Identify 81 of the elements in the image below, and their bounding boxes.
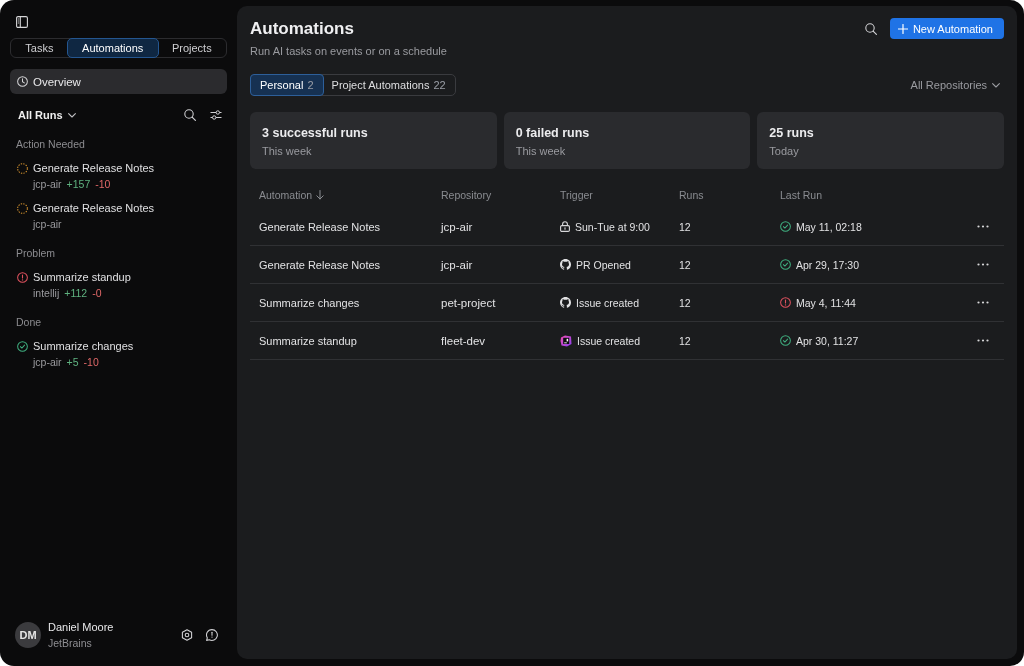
column-header[interactable]: Repository (441, 188, 492, 201)
last-run-time: May 4, 11:44 (796, 296, 856, 309)
new-automation-button[interactable]: New Automation (889, 18, 1004, 39)
runs-count: 12 (679, 296, 691, 309)
stat-period: Today (769, 144, 799, 158)
clock-icon (17, 76, 28, 87)
stat-period: This week (515, 144, 566, 158)
more-icon[interactable] (977, 263, 989, 266)
deletions-count: -10 (95, 177, 111, 192)
run-title[interactable]: Summarize standup (33, 269, 131, 285)
overview-item[interactable]: Overview (10, 69, 227, 94)
repository-name: jcp-air (441, 258, 473, 271)
settings-icon[interactable] (181, 629, 193, 641)
more-icon[interactable] (977, 339, 989, 342)
automation-name[interactable]: Generate Release Notes (259, 220, 381, 233)
stat-title: 25 runs (769, 125, 814, 141)
lock-icon (560, 221, 570, 232)
runs-count: 12 (679, 220, 691, 233)
tab[interactable]: Automations (66, 38, 159, 58)
trigger-label: Sun-Tue at 9:00 (575, 220, 650, 233)
run-title[interactable]: Generate Release Notes (33, 160, 155, 176)
automation-name[interactable]: Generate Release Notes (259, 258, 381, 271)
deletions-count: -0 (92, 286, 102, 301)
repository-name: jcp-air (441, 220, 473, 233)
tab[interactable]: Project Automations 22 (321, 74, 456, 96)
additions-count: +157 (66, 177, 91, 192)
repo-name: jcp-air (33, 217, 62, 232)
avatar[interactable]: DM (15, 622, 41, 648)
arrow-down-icon (316, 189, 325, 200)
stat-title: 3 successful runs (262, 125, 368, 141)
automation-name[interactable]: Summarize changes (259, 296, 360, 309)
runs-filter-dropdown[interactable]: All Runs (18, 109, 76, 121)
runs-count: 12 (679, 258, 691, 271)
chevron-down-icon (67, 112, 76, 118)
page-subtitle: Run AI tasks on events or on a schedule (250, 44, 447, 58)
deletions-count: -10 (83, 355, 99, 370)
repository-name: fleet-dev (441, 334, 486, 347)
tab[interactable]: Personal 2 (250, 74, 324, 96)
tab[interactable]: Projects (156, 38, 227, 58)
trigger-label: PR Opened (576, 258, 631, 271)
repo-name: jcp-air (33, 177, 62, 192)
tab[interactable]: Tasks (10, 38, 69, 58)
additions-count: +5 (66, 355, 79, 370)
chevron-down-icon (992, 82, 1000, 88)
github-icon (560, 259, 571, 270)
additions-count: +112 (64, 286, 88, 301)
user-name: Daniel Moore (48, 620, 114, 635)
more-icon[interactable] (977, 301, 989, 304)
section-label: Action Needed (16, 137, 85, 151)
run-title[interactable]: Summarize changes (33, 338, 134, 354)
repository-name: pet-project (441, 296, 496, 309)
sliders-icon[interactable] (210, 109, 222, 121)
repo-name: jcp-air (33, 355, 62, 370)
alert-bubble-icon[interactable] (206, 629, 218, 641)
column-header[interactable]: Last Run (780, 188, 823, 201)
stat-title: 0 failed runs (515, 125, 590, 141)
column-header[interactable]: Runs (679, 188, 704, 201)
automation-name[interactable]: Summarize standup (259, 334, 357, 347)
search-icon[interactable] (864, 22, 877, 35)
organization-name: JetBrains (48, 636, 92, 651)
last-run-time: May 11, 02:18 (796, 220, 862, 233)
last-run-time: Apr 30, 11:27 (796, 334, 859, 347)
stat-period: This week (262, 144, 312, 158)
plus-icon (897, 23, 908, 34)
search-icon[interactable] (184, 109, 196, 121)
repository-filter-dropdown[interactable]: All Repositories (910, 79, 1000, 91)
more-icon[interactable] (977, 225, 989, 228)
column-header[interactable]: Trigger (560, 188, 593, 201)
last-run-time: Apr 29, 17:30 (796, 258, 860, 271)
logo-icon (560, 334, 572, 347)
column-header[interactable]: Automation (259, 188, 325, 201)
trigger-label: Issue created (577, 334, 641, 347)
github-icon (560, 297, 571, 308)
section-label: Done (16, 315, 42, 329)
section-label: Problem (16, 246, 56, 260)
repo-name: intellij (33, 286, 60, 301)
trigger-label: Issue created (576, 296, 640, 309)
run-title[interactable]: Generate Release Notes (33, 200, 155, 216)
runs-count: 12 (679, 334, 691, 347)
panel-icon[interactable] (16, 16, 28, 28)
page-title: Automations (250, 18, 354, 40)
